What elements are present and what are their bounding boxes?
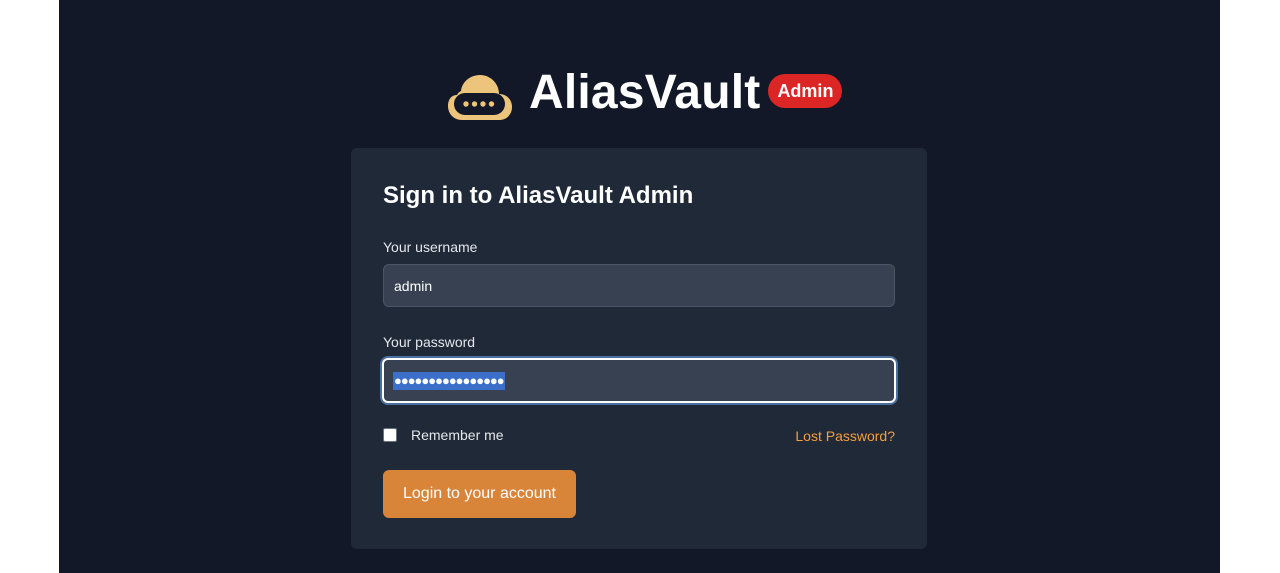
cloud-keypad-icon — [448, 75, 512, 120]
admin-badge: Admin — [768, 74, 843, 108]
page-title: Sign in to AliasVault Admin — [383, 182, 694, 209]
username-value: admin — [394, 277, 433, 294]
password-input[interactable]: ●●●●●●●●●●●●●●●● — [382, 358, 896, 403]
password-label: Your password — [383, 334, 476, 350]
login-button[interactable]: Login to your account — [383, 470, 576, 518]
username-input[interactable]: admin — [383, 264, 895, 307]
brand-name: AliasVault — [529, 66, 761, 119]
remember-me: Remember me — [383, 427, 504, 443]
username-label: Your username — [383, 239, 478, 255]
lost-password-link[interactable]: Lost Password? — [795, 428, 895, 444]
password-value: ●●●●●●●●●●●●●●●● — [393, 371, 505, 390]
remember-me-checkbox[interactable] — [383, 428, 397, 442]
remember-me-label: Remember me — [411, 427, 504, 443]
brand-header: AliasVault Admin — [445, 62, 843, 124]
